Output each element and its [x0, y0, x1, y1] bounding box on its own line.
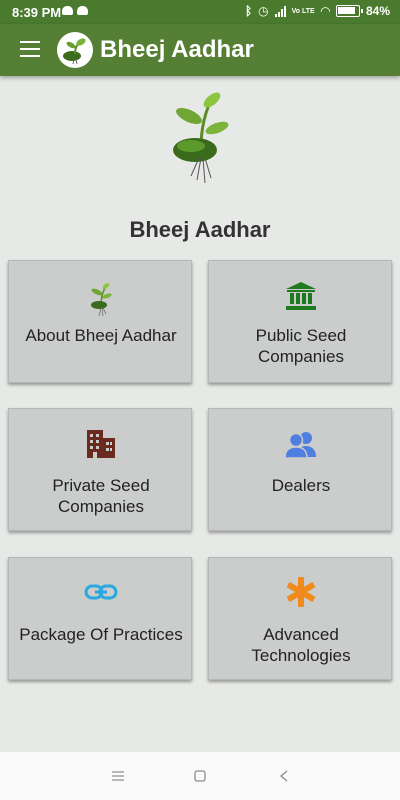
advanced-technologies-button[interactable]: Advanced Technologies [208, 557, 392, 680]
public-seed-companies-button[interactable]: Public Seed Companies [208, 260, 392, 383]
asterisk-icon [209, 576, 393, 608]
battery-icon [335, 5, 363, 17]
status-right: ᛒ ◷ Vo LTE ◠ 84% [245, 4, 390, 18]
hero-title: Bheej Aadhar [129, 217, 271, 242]
bank-building-icon [209, 281, 393, 311]
seedling-logo [57, 32, 93, 68]
card-label: Public Seed Companies [255, 326, 347, 366]
card-label: Advanced Technologies [251, 625, 351, 665]
status-time: 8:39 PM [12, 5, 62, 20]
hamburger-menu-icon[interactable] [20, 41, 40, 57]
app-bar: Bheej Aadhar [0, 24, 400, 76]
people-icon [209, 429, 393, 459]
home-icon[interactable] [190, 766, 210, 786]
bluetooth-icon: ᛒ [244, 4, 253, 18]
alarm-icon: ◷ [258, 4, 269, 18]
signal-icon [274, 5, 286, 17]
network-label: Vo LTE [291, 7, 315, 15]
notification-icon [77, 6, 88, 15]
back-icon[interactable] [274, 766, 294, 786]
package-of-practices-button[interactable]: Package Of Practices [8, 557, 192, 680]
recents-icon[interactable] [108, 766, 128, 786]
notification-icon [62, 6, 73, 15]
card-label: Private Seed Companies [52, 476, 150, 516]
card-label: Dealers [271, 476, 331, 495]
private-seed-companies-button[interactable]: Private Seed Companies [8, 408, 192, 531]
card-label: About Bheej Aadhar [25, 326, 177, 345]
battery-percent: 84% [365, 4, 390, 18]
system-nav-bar [0, 752, 400, 800]
notification-icons [62, 6, 88, 15]
card-label: Package Of Practices [19, 625, 183, 644]
office-building-icon [9, 429, 193, 459]
dealers-button[interactable]: Dealers [208, 408, 392, 531]
status-bar: 8:39 PM ᛒ ◷ Vo LTE ◠ 84% [0, 0, 400, 24]
app-title: Bheej Aadhar [100, 36, 254, 63]
seedling-icon [9, 281, 193, 317]
seedling-logo [165, 88, 235, 188]
link-icon [9, 582, 193, 602]
wifi-icon: ◠ [320, 4, 330, 18]
about-bheej-aadhar-button[interactable]: About Bheej Aadhar [8, 260, 192, 383]
